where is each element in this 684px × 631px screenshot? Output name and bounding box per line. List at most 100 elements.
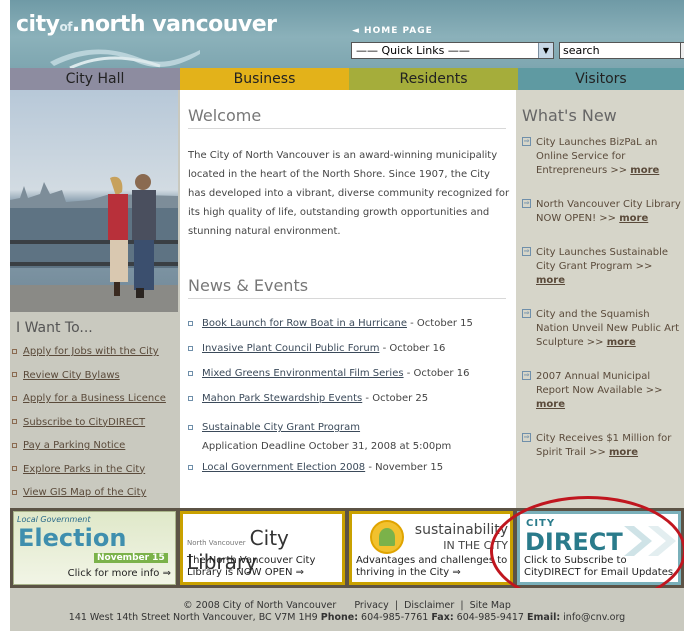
link-apply-jobs[interactable]: Apply for Jobs with the City bbox=[23, 346, 159, 357]
list-item: Apply for a Business Licence bbox=[12, 393, 166, 417]
news-link[interactable]: Sustainable City Grant Program bbox=[202, 422, 360, 433]
address: 141 West 14th Street North Vancouver, BC… bbox=[68, 612, 318, 623]
link-explore-parks[interactable]: Explore Parks in the City bbox=[23, 464, 145, 475]
tab-business[interactable]: Business bbox=[180, 68, 349, 90]
whats-new-item: ⇒ North Vancouver City Library NOW OPEN! … bbox=[522, 198, 682, 226]
whats-new-text[interactable]: North Vancouver City Library NOW OPEN! >… bbox=[536, 199, 681, 224]
news-link[interactable]: Book Launch for Row Boat in a Hurricane bbox=[202, 318, 407, 329]
home-page-link[interactable]: ◄ HOME PAGE bbox=[352, 26, 433, 36]
bullet-icon bbox=[188, 465, 193, 470]
more-link[interactable]: more bbox=[607, 337, 636, 348]
site-map-link[interactable]: Site Map bbox=[470, 600, 511, 611]
news-item: Invasive Plant Council Public Forum - Oc… bbox=[188, 343, 508, 368]
main-nav: City Hall Business Residents Visitors bbox=[10, 68, 684, 90]
sustainability-banner[interactable]: sustainability IN THE CITY Advantages an… bbox=[349, 511, 513, 585]
list-item: Apply for Jobs with the City bbox=[12, 346, 166, 370]
bullet-icon bbox=[12, 395, 17, 401]
arrow-box-icon: ⇒ bbox=[522, 309, 531, 318]
news-item: Sustainable City Grant Program Applicatio… bbox=[188, 418, 508, 462]
more-link[interactable]: more bbox=[609, 447, 638, 458]
election-tag: Local Government bbox=[17, 515, 91, 524]
library-small-text: North Vancouver bbox=[187, 539, 246, 547]
tab-visitors[interactable]: Visitors bbox=[518, 68, 684, 90]
bullet-icon bbox=[188, 371, 193, 376]
whats-new-item: ⇒ City and the Squamish Nation Unveil New… bbox=[522, 308, 682, 350]
link-subscribe-citydirect[interactable]: Subscribe to CityDIRECT bbox=[23, 417, 145, 428]
whats-new-item: ⇒ City Launches BizPaL an Online Service … bbox=[522, 136, 682, 178]
main-content: Welcome The City of North Vancouver is a… bbox=[180, 90, 516, 508]
whats-new-text[interactable]: City Receives $1 Million for Spirit Trai… bbox=[536, 433, 671, 458]
news-link[interactable]: Invasive Plant Council Public Forum bbox=[202, 343, 379, 354]
site-logo[interactable]: cityof.north vancouver bbox=[16, 12, 277, 37]
copyright: © 2008 City of North Vancouver bbox=[183, 600, 337, 611]
news-date: - October 16 bbox=[403, 368, 470, 379]
search-input[interactable]: search bbox=[559, 42, 684, 59]
left-column: I Want To... Apply for Jobs with the Cit… bbox=[10, 90, 180, 508]
search-button[interactable] bbox=[680, 42, 684, 59]
whats-new-heading: What's New bbox=[522, 106, 617, 125]
welcome-text: The City of North Vancouver is an award-… bbox=[188, 150, 510, 237]
bullet-icon bbox=[188, 321, 193, 326]
link-business-licence[interactable]: Apply for a Business Licence bbox=[23, 393, 166, 404]
privacy-link[interactable]: Privacy bbox=[354, 600, 388, 611]
sustainability-text: Advantages and challenges to thriving in… bbox=[356, 555, 508, 578]
footer-line-2: 141 West 14th Street North Vancouver, BC… bbox=[10, 612, 684, 624]
bullet-icon bbox=[188, 396, 193, 401]
more-link[interactable]: more bbox=[536, 399, 565, 410]
news-date: - November 15 bbox=[365, 462, 444, 473]
email-link[interactable]: info@cnv.org bbox=[560, 612, 625, 623]
tab-city-hall[interactable]: City Hall bbox=[10, 68, 180, 90]
phone: 604-985-7761 bbox=[358, 612, 429, 623]
news-link[interactable]: Mahon Park Stewardship Events bbox=[202, 393, 362, 404]
news-extra: Application Deadline October 31, 2008 at… bbox=[202, 441, 452, 452]
news-link[interactable]: Mixed Greens Environmental Film Series bbox=[202, 368, 404, 379]
divider bbox=[188, 298, 506, 299]
news-link[interactable]: Local Government Election 2008 bbox=[202, 462, 365, 473]
link-gis-map[interactable]: View GIS Map of the City bbox=[23, 487, 146, 498]
bullet-icon bbox=[12, 372, 17, 377]
leaf-icon bbox=[379, 528, 395, 546]
election-banner[interactable]: Local Government Election November 15 Cl… bbox=[13, 511, 176, 585]
quick-links-select[interactable]: —— Quick Links —— ▼ bbox=[351, 42, 554, 59]
chevron-down-icon[interactable]: ▼ bbox=[538, 43, 553, 58]
whats-new-text[interactable]: 2007 Annual Municipal Report Now Availab… bbox=[536, 371, 662, 396]
whats-new-item: ⇒ City Launches Sustainable City Grant Pr… bbox=[522, 246, 682, 288]
news-list: Book Launch for Row Boat in a Hurricane … bbox=[188, 318, 508, 487]
election-title: Election bbox=[18, 524, 127, 552]
tab-residents[interactable]: Residents bbox=[349, 68, 518, 90]
email-label: Email: bbox=[527, 612, 561, 623]
bullet-icon bbox=[12, 466, 17, 471]
couple-waterfront-photo bbox=[10, 90, 178, 312]
bullet-icon bbox=[12, 489, 17, 495]
whats-new-list: ⇒ City Launches BizPaL an Online Service … bbox=[522, 136, 682, 480]
election-date: November 15 bbox=[94, 553, 168, 563]
link-parking-notice[interactable]: Pay a Parking Notice bbox=[23, 440, 125, 451]
welcome-heading: Welcome bbox=[188, 106, 262, 125]
link-review-bylaws[interactable]: Review City Bylaws bbox=[23, 370, 120, 381]
phone-label: Phone: bbox=[320, 612, 359, 623]
news-item: Mahon Park Stewardship Events - October … bbox=[188, 393, 508, 418]
election-more-link[interactable]: Click for more info ⇒ bbox=[68, 568, 171, 579]
disclaimer-link[interactable]: Disclaimer bbox=[404, 600, 454, 611]
more-link[interactable]: more bbox=[536, 275, 565, 286]
footer: © 2008 City of North Vancouver Privacy |… bbox=[10, 588, 684, 631]
bullet-icon bbox=[12, 419, 17, 424]
page: cityof.north vancouver ◄ HOME PAGE —— Qu… bbox=[0, 0, 684, 631]
header: cityof.north vancouver ◄ HOME PAGE —— Qu… bbox=[10, 0, 684, 68]
library-banner[interactable]: North Vancouver City Library The North Va… bbox=[180, 511, 345, 585]
news-item: Mixed Greens Environmental Film Series -… bbox=[188, 368, 508, 393]
more-link[interactable]: more bbox=[630, 165, 659, 176]
list-item: Explore Parks in the City bbox=[12, 464, 166, 488]
more-link[interactable]: more bbox=[619, 213, 648, 224]
bullet-icon bbox=[188, 346, 193, 351]
logo-rest: north vancouver bbox=[79, 12, 277, 37]
bullet-icon bbox=[12, 442, 17, 448]
news-heading: News & Events bbox=[188, 276, 309, 295]
whats-new-text[interactable]: City Launches Sustainable City Grant Pro… bbox=[536, 247, 668, 272]
wave-graphic bbox=[50, 49, 200, 68]
divider bbox=[188, 128, 506, 129]
list-item: Review City Bylaws bbox=[12, 370, 166, 394]
fax: 604-985-9417 bbox=[453, 612, 524, 623]
arrow-box-icon: ⇒ bbox=[522, 247, 531, 256]
fax-label: Fax: bbox=[431, 612, 454, 623]
